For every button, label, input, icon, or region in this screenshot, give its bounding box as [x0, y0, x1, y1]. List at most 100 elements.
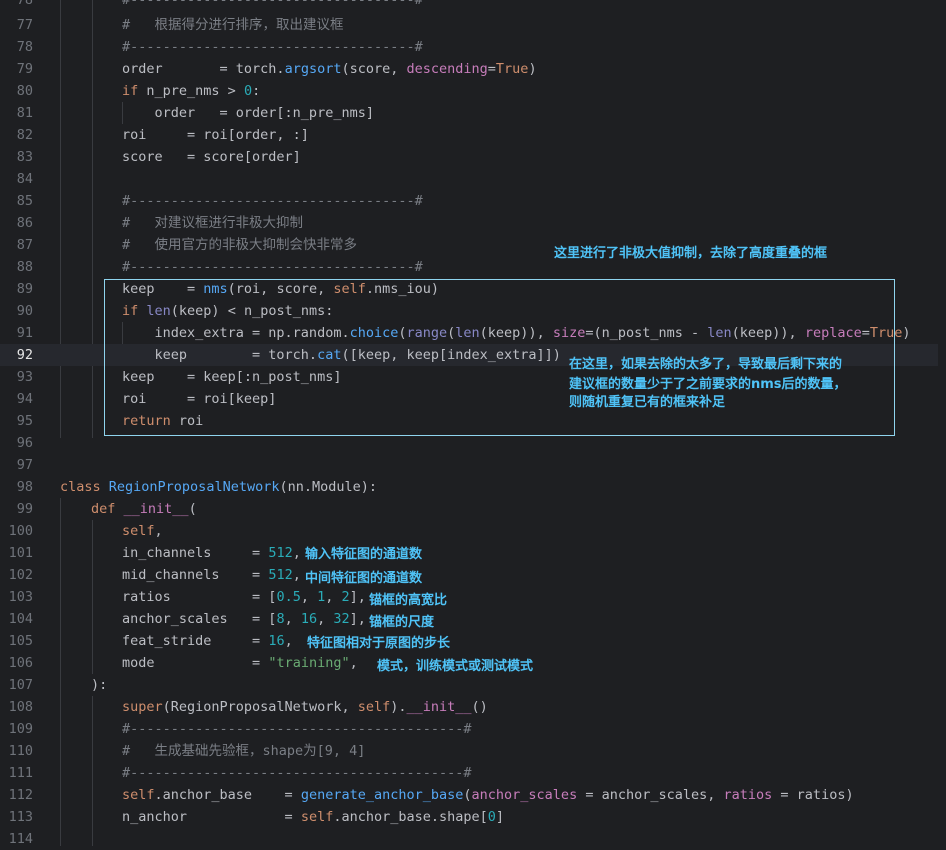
code-text: feat_stride = 16,	[122, 633, 293, 649]
code-text: #-----------------------------------#	[122, 0, 423, 8]
line-number: 101	[8, 545, 33, 561]
line-number: 85	[16, 193, 33, 209]
code-text: # 生成基础先验框，shape为[9, 4]	[122, 743, 366, 759]
code-text: mid_channels = 512,	[122, 567, 301, 583]
code-line[interactable]: 101 in_channels = 512,	[0, 542, 946, 564]
annotation-in-channels: 输入特征图的通道数	[305, 547, 423, 562]
code-line[interactable]: 99 def __init__(	[0, 498, 946, 520]
code-line[interactable]: 98 class RegionProposalNetwork(nn.Module…	[0, 476, 946, 498]
code-line[interactable]: 113 n_anchor = self.anchor_base.shape[0]	[0, 806, 946, 828]
line-number: 92	[16, 347, 33, 363]
line-number: 110	[8, 743, 33, 759]
code-text: n_anchor = self.anchor_base.shape[0]	[122, 809, 505, 825]
code-text: if n_pre_nms > 0:	[122, 83, 261, 99]
code-line[interactable]: 81 order = order[:n_pre_nms]	[0, 102, 946, 124]
code-line[interactable]: 80 if n_pre_nms > 0:	[0, 80, 946, 102]
annotation-fill-3: 则随机重复已有的框来补足	[569, 395, 726, 410]
code-text: #---------------------------------------…	[122, 765, 472, 781]
code-text: # 根据得分进行排序，取出建议框	[122, 17, 344, 33]
line-number: 103	[8, 589, 33, 605]
annotation-ratios: 锚框的高宽比	[369, 593, 448, 608]
line-number: 102	[8, 567, 33, 583]
code-line[interactable]: 82 roi = roi[order, :]	[0, 124, 946, 146]
line-number: 82	[16, 127, 33, 143]
line-number: 90	[16, 303, 33, 319]
line-number: 84	[16, 171, 33, 187]
line-number: 111	[8, 765, 33, 781]
code-text: self.anchor_base = generate_anchor_base(…	[122, 787, 854, 803]
code-line[interactable]: 77 # 根据得分进行排序，取出建议框	[0, 14, 946, 36]
editor-scrollbar[interactable]	[938, 0, 946, 846]
code-text: ratios = [0.5, 1, 2],	[122, 589, 366, 605]
line-number: 91	[16, 325, 33, 341]
code-text: #-----------------------------------#	[122, 193, 423, 209]
line-number: 89	[16, 281, 33, 297]
line-number: 106	[8, 655, 33, 671]
line-number: 78	[16, 0, 33, 8]
code-text: in_channels = 512,	[122, 545, 301, 561]
code-text: super(RegionProposalNetwork, self).__ini…	[122, 699, 488, 715]
code-line[interactable]: 79 order = torch.argsort(score, descendi…	[0, 58, 946, 80]
code-text: # 对建议框进行非极大抑制	[122, 215, 304, 231]
code-line[interactable]: 102 mid_channels = 512,	[0, 564, 946, 586]
code-line[interactable]: 100 self,	[0, 520, 946, 542]
line-number: 79	[16, 61, 33, 77]
code-line[interactable]: 83 score = score[order]	[0, 146, 946, 168]
code-line[interactable]: 85 #-----------------------------------#	[0, 190, 946, 212]
code-line[interactable]: 78 #-----------------------------------#	[0, 0, 946, 11]
line-number: 100	[8, 523, 33, 539]
code-line[interactable]: 108 super(RegionProposalNetwork, self)._…	[0, 696, 946, 718]
code-line[interactable]: 107 ):	[0, 674, 946, 696]
code-line[interactable]: 112 self.anchor_base = generate_anchor_b…	[0, 784, 946, 806]
code-line[interactable]: 111 #-----------------------------------…	[0, 762, 946, 784]
code-line[interactable]: 114	[0, 828, 946, 850]
code-line[interactable]: 109 #-----------------------------------…	[0, 718, 946, 740]
annotation-mode: 模式，训练模式或测试模式	[377, 659, 534, 674]
line-number: 104	[8, 611, 33, 627]
line-number: 83	[16, 149, 33, 165]
line-number: 109	[8, 721, 33, 737]
code-line[interactable]: 86 # 对建议框进行非极大抑制	[0, 212, 946, 234]
code-text: class RegionProposalNetwork(nn.Module):	[60, 479, 378, 495]
code-line[interactable]: 105 feat_stride = 16,	[0, 630, 946, 652]
code-text: self,	[122, 523, 163, 539]
code-text: #-----------------------------------#	[122, 39, 423, 55]
line-number: 98	[16, 479, 33, 495]
line-number: 105	[8, 633, 33, 649]
line-number: 77	[16, 17, 33, 33]
line-number: 97	[16, 457, 33, 473]
code-text: def __init__(	[91, 501, 197, 517]
code-line[interactable]: 104 anchor_scales = [8, 16, 32],	[0, 608, 946, 630]
annotation-anchor-scales: 锚框的尺度	[369, 615, 435, 630]
code-text: ):	[91, 677, 108, 693]
code-line[interactable]: 97	[0, 454, 946, 476]
code-text: roi = roi[order, :]	[122, 127, 309, 143]
code-text: anchor_scales = [8, 16, 32],	[122, 611, 366, 627]
code-line[interactable]: 110 # 生成基础先验框，shape为[9, 4]	[0, 740, 946, 762]
line-number: 78	[16, 39, 33, 55]
annotation-nms: 这里进行了非极大值抑制，去除了高度重叠的框	[554, 246, 828, 261]
code-text: mode = "training",	[122, 655, 358, 671]
code-text: order = torch.argsort(score, descending=…	[122, 61, 537, 77]
line-number: 107	[8, 677, 33, 693]
code-text: #---------------------------------------…	[122, 721, 472, 737]
line-number: 99	[16, 501, 33, 517]
code-editor[interactable]: 78 #-----------------------------------#…	[0, 0, 946, 847]
code-text: # 使用官方的非极大抑制会快非常多	[122, 237, 358, 253]
annotation-fill-1: 在这里，如果去除的太多了，导致最后剩下来的	[569, 357, 843, 372]
line-number: 88	[16, 259, 33, 275]
line-number: 95	[16, 413, 33, 429]
code-text: #-----------------------------------#	[122, 259, 423, 275]
code-text: order = order[:n_pre_nms]	[122, 105, 374, 121]
code-line[interactable]: 84	[0, 168, 946, 190]
line-number: 80	[16, 83, 33, 99]
code-line[interactable]: 78 #-----------------------------------#	[0, 36, 946, 58]
code-line[interactable]: 103 ratios = [0.5, 1, 2],	[0, 586, 946, 608]
line-number: 113	[8, 809, 33, 825]
annotation-fill-2: 建议框的数量少于了之前要求的nms后的数量，	[569, 377, 847, 392]
annotation-mid-channels: 中间特征图的通道数	[305, 571, 423, 586]
line-number: 94	[16, 391, 33, 407]
annotation-feat-stride: 特征图相对于原图的步长	[307, 636, 451, 651]
line-number: 96	[16, 435, 33, 451]
line-number: 108	[8, 699, 33, 715]
